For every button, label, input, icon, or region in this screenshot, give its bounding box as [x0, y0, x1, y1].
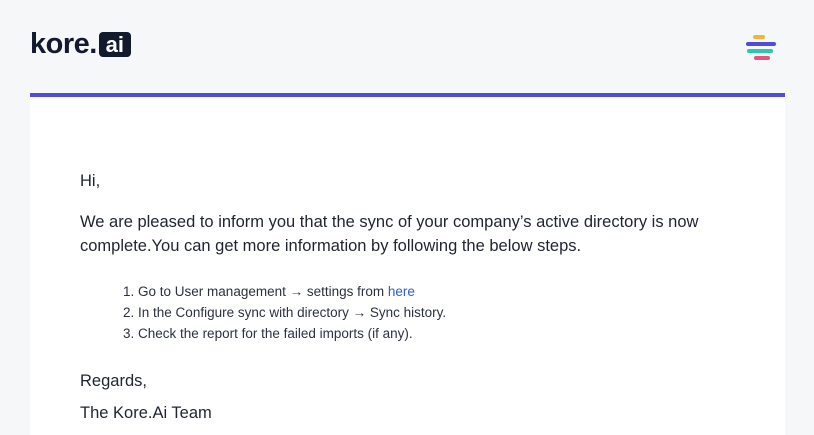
regards-text: Regards,	[80, 372, 147, 390]
menu-line-pink	[754, 56, 770, 60]
menu-line-yellow	[753, 35, 765, 39]
message-text: We are pleased to inform you that the sy…	[80, 213, 699, 255]
step-text: In the Configure sync with directory → S…	[138, 305, 447, 320]
step-number: 3.	[123, 326, 135, 341]
list-item: 2. In the Configure sync with directory …	[123, 302, 446, 323]
step-number: 2.	[123, 305, 135, 320]
menu-line-blue	[746, 42, 776, 46]
step-number: 1.	[123, 284, 135, 299]
here-link[interactable]: here	[388, 284, 415, 299]
colorful-menu-icon[interactable]	[744, 34, 780, 62]
kore-ai-logo: kore. ai	[30, 28, 131, 60]
logo-text: kore.	[30, 28, 97, 60]
email-page: kore. ai Hi, We are pleased to inform yo…	[0, 0, 814, 435]
list-item: 3. Check the report for the failed impor…	[123, 323, 446, 344]
email-body-card: Hi, We are pleased to inform you that th…	[30, 97, 785, 435]
steps-list: 1. Go to User management → settings from…	[123, 281, 446, 344]
list-item: 1. Go to User management → settings from…	[123, 281, 446, 302]
signature-text: The Kore.Ai Team	[80, 404, 212, 422]
step-text: Check the report for the failed imports …	[138, 326, 413, 341]
email-header: kore. ai	[0, 0, 814, 93]
step-text: Go to User management → settings from	[138, 284, 388, 299]
logo-badge: ai	[98, 31, 131, 57]
menu-line-teal	[747, 49, 773, 53]
greeting-text: Hi,	[80, 172, 101, 190]
